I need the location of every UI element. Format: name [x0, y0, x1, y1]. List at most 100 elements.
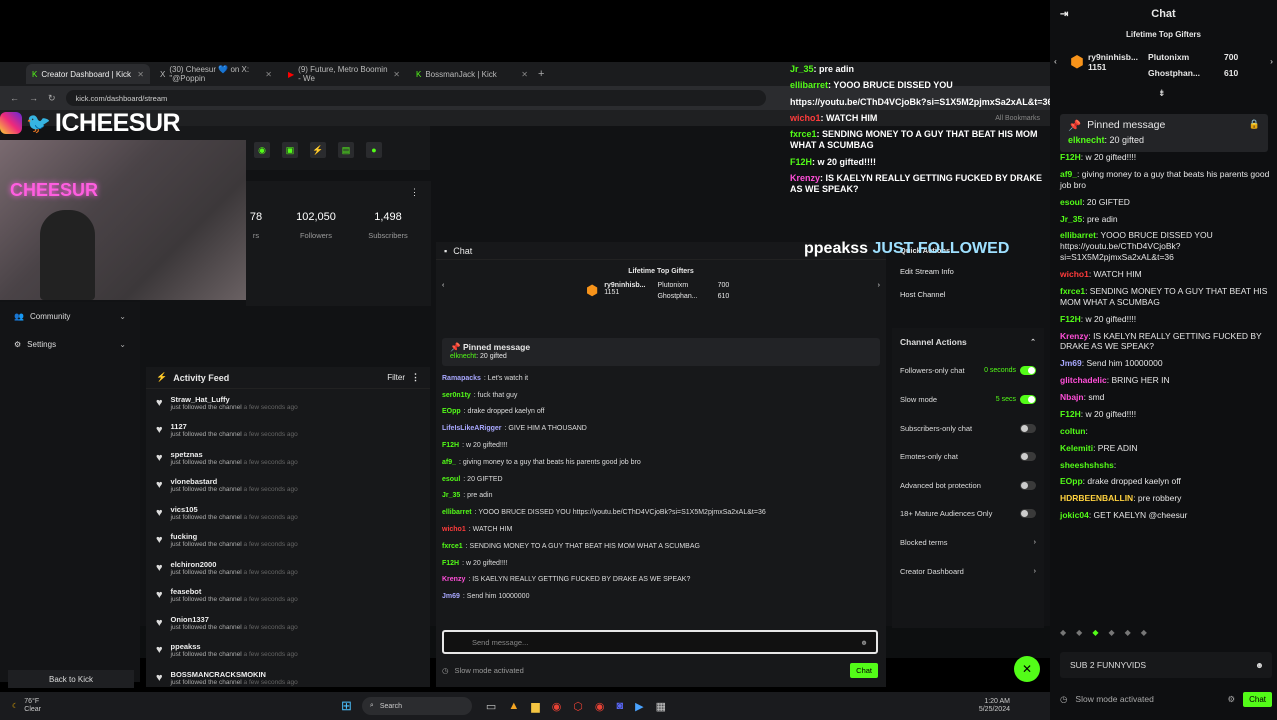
chat-username[interactable]: F12H [442, 560, 459, 567]
chat-username[interactable]: glitchadelic [1060, 375, 1107, 385]
chat-username[interactable]: Kelemiti [1060, 443, 1093, 453]
chevron-right-icon[interactable]: › [878, 282, 880, 289]
task-view-icon[interactable]: ▭ [486, 700, 496, 713]
chat-username[interactable]: Jm69 [442, 593, 460, 600]
chrome-icon[interactable]: ◉ [552, 700, 562, 713]
chat-username[interactable]: EOpp [1060, 476, 1083, 486]
lock-icon[interactable]: 🔒 [1249, 119, 1260, 132]
channel-action-row[interactable]: Subscribers-only chat [892, 414, 1044, 443]
taskbar-search[interactable]: ⌕ Search [361, 697, 472, 715]
lightning-icon[interactable]: ⚡ [310, 142, 326, 158]
edit-stream-info[interactable]: Edit Stream Info [900, 267, 1050, 276]
document-icon[interactable]: ▤ [338, 142, 354, 158]
emoji-icon[interactable]: ☻ [860, 638, 868, 647]
chat-username[interactable]: Jr_35 [1060, 214, 1082, 224]
tab-creator-dashboard[interactable]: K Creator Dashboard | Kick ✕ [26, 64, 150, 84]
tab-bossmanjack[interactable]: K BossmanJack | Kick ✕ [410, 64, 534, 84]
chat-username[interactable]: F12H [442, 442, 459, 449]
emote-icon[interactable]: ◆ [1125, 628, 1131, 640]
windows-start-icon[interactable]: ⊞ [341, 698, 352, 714]
toggle-switch[interactable] [1020, 394, 1036, 404]
emote-icon[interactable]: ◆ [1092, 628, 1098, 640]
more-icon[interactable]: ⋮ [411, 372, 420, 383]
back-icon[interactable]: ← [10, 93, 19, 103]
forward-icon[interactable]: → [29, 93, 38, 103]
chat-username[interactable]: HDRBEENBALLIN [1060, 493, 1133, 503]
close-icon[interactable]: ✕ [393, 70, 400, 79]
chat-username[interactable]: ellibarret [1060, 230, 1096, 240]
toggle-switch[interactable] [1020, 423, 1036, 433]
emote-icon[interactable]: ◆ [1108, 628, 1114, 640]
gear-icon[interactable]: ⚙ [1227, 694, 1235, 705]
channel-action-row[interactable]: Blocked terms › [892, 528, 1044, 557]
back-to-kick-button[interactable]: Back to Kick [8, 670, 134, 688]
chat-username[interactable]: Nbajn [1060, 392, 1084, 402]
chat-username[interactable]: Jr_35 [442, 492, 460, 499]
toggle-switch[interactable] [1020, 452, 1036, 462]
chat-username[interactable]: coltun [1060, 426, 1086, 436]
chat-username[interactable]: wicho1 [1060, 269, 1089, 279]
chat-username[interactable]: esoul [1060, 197, 1082, 207]
chat-username[interactable]: ser0n1ty [442, 392, 471, 399]
chat-username[interactable]: EOpp [442, 408, 461, 415]
app-icon[interactable]: ▶ [635, 700, 643, 713]
app-icon[interactable]: ▦ [656, 700, 666, 713]
app-a-icon[interactable]: ▲ [508, 700, 519, 713]
nav-settings[interactable]: ⚙ Settings ⌄ [0, 330, 140, 358]
expand-icon[interactable]: ⇟ [1158, 88, 1166, 99]
chat-username[interactable]: Jm69 [1060, 358, 1082, 368]
chat-send-button[interactable]: Chat [850, 662, 878, 678]
chat-username[interactable]: af9_ [1060, 169, 1077, 179]
chevron-right-icon[interactable]: › [1270, 56, 1273, 66]
discord-icon[interactable]: ◙ [617, 700, 624, 713]
host-channel[interactable]: Host Channel [900, 290, 1050, 299]
chat-send-button[interactable]: Chat [1243, 691, 1272, 707]
broadcast-icon[interactable]: ◉ [254, 142, 270, 158]
channel-action-row[interactable]: Emotes-only chat [892, 442, 1044, 471]
filter-button[interactable]: Filter [387, 373, 405, 382]
tab-youtube[interactable]: ▶ (9) Future, Metro Boomin - We ✕ [282, 64, 406, 84]
chat-username[interactable]: Ramapacks [442, 375, 481, 382]
new-tab-icon[interactable]: + [538, 68, 544, 80]
send-message-input[interactable]: Send message... ☻ [442, 630, 878, 654]
emote-icon[interactable]: ◆ [1076, 628, 1082, 640]
url-field[interactable]: kick.com/dashboard/stream [65, 90, 766, 106]
crop-icon[interactable]: ▣ [282, 142, 298, 158]
chat-username[interactable]: af9_ [442, 459, 456, 466]
app-icon[interactable]: ⬡ [573, 700, 583, 713]
chat-username[interactable]: Krenzy [442, 576, 465, 583]
emote-icon[interactable]: ◆ [1141, 628, 1147, 640]
collapse-icon[interactable]: ⇥ [1060, 9, 1068, 20]
chat-username[interactable]: ellibarret [442, 509, 472, 516]
chat-username[interactable]: fxrce1 [442, 543, 463, 550]
mod-action-button[interactable]: ✕ [1014, 656, 1040, 682]
chevron-left-icon[interactable]: ‹ [1054, 56, 1057, 66]
close-icon[interactable]: ✕ [265, 70, 272, 79]
close-icon[interactable]: ✕ [521, 70, 528, 79]
emoji-icon[interactable]: ☻ [1255, 660, 1264, 670]
chat-username[interactable]: LifeIsLikeARigger [442, 425, 502, 432]
chat-username[interactable]: wicho1 [442, 526, 466, 533]
toggle-switch[interactable] [1020, 480, 1036, 490]
nav-community[interactable]: 👥 Community ⌄ [0, 302, 140, 330]
close-icon[interactable]: ✕ [137, 70, 144, 79]
channel-action-row[interactable]: Followers-only chat 0 seconds [892, 357, 1044, 386]
channel-action-row[interactable]: Slow mode 5 secs [892, 385, 1044, 414]
chat-username[interactable]: fxrce1 [1060, 286, 1085, 296]
reload-icon[interactable]: ↻ [48, 93, 56, 104]
chat-input[interactable]: SUB 2 FUNNYVIDS ☻ [1060, 652, 1272, 678]
chat-bubble-icon[interactable]: ● [366, 142, 382, 158]
chat-username[interactable]: F12H [1060, 314, 1081, 324]
more-icon[interactable]: ⋮ [410, 187, 419, 198]
channel-actions-header[interactable]: Channel Actions ⌃ [892, 328, 1044, 357]
chat-username[interactable]: F12H [1060, 152, 1081, 162]
tab-x[interactable]: X (30) Cheesur 💙 on X: "@Poppin ✕ [154, 64, 278, 84]
toggle-switch[interactable] [1020, 366, 1036, 376]
chat-username[interactable]: jokic04 [1060, 510, 1089, 520]
channel-action-row[interactable]: 18+ Mature Audiences Only [892, 500, 1044, 529]
chat-username[interactable]: F12H [1060, 409, 1081, 419]
chat-username[interactable]: sheeshshshs [1060, 460, 1114, 470]
channel-action-row[interactable]: Advanced bot protection [892, 471, 1044, 500]
chat-username[interactable]: Krenzy [1060, 331, 1088, 341]
file-explorer-icon[interactable]: ▆ [531, 700, 539, 713]
